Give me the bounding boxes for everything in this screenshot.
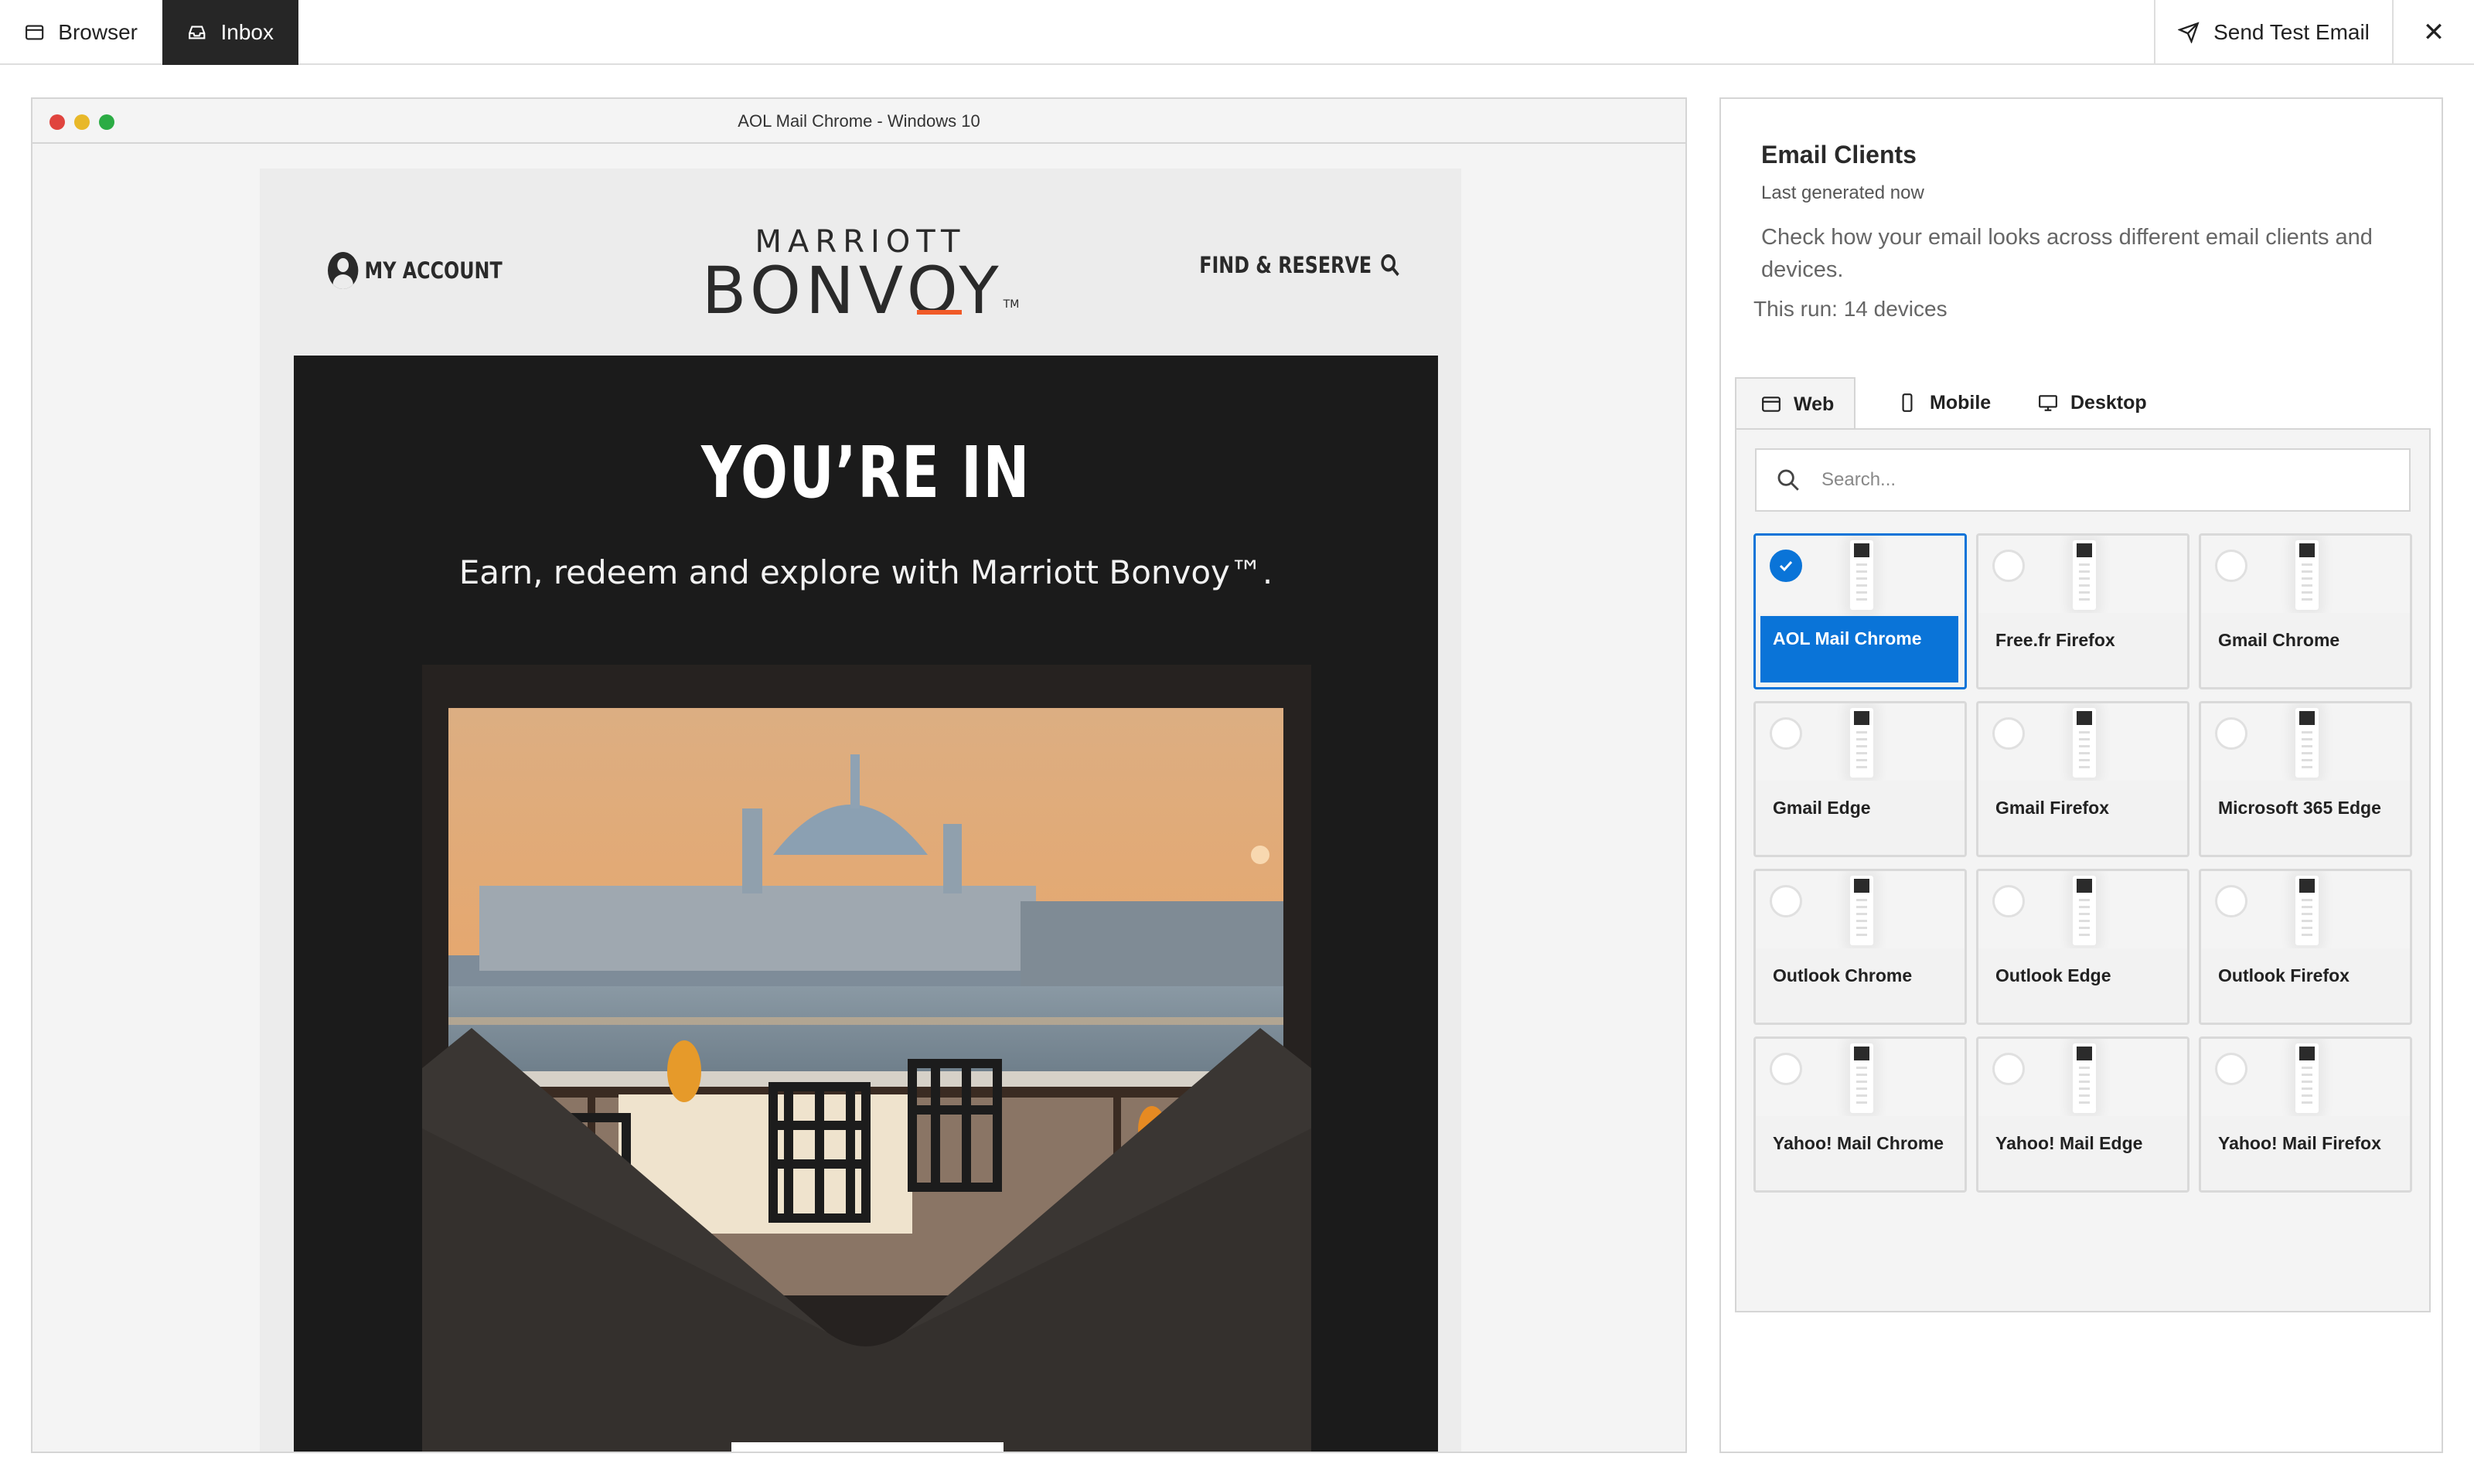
email-clients-panel: Email Clients Last generated now Check h… <box>1719 97 2443 1453</box>
client-name: Outlook Firefox <box>2201 948 2410 1023</box>
top-bar: Browser Inbox Send Test Email ✕ <box>0 0 2474 65</box>
monitor-icon <box>2039 395 2057 411</box>
select-checkbox[interactable] <box>1992 885 2025 917</box>
browser-window-icon <box>1762 397 1781 412</box>
client-name: Outlook Edge <box>1978 948 2187 1023</box>
brand-trademark: TM <box>1003 298 1020 311</box>
client-card[interactable]: Yahoo! Mail Firefox <box>2199 1036 2412 1193</box>
run-device-count: This run: 14 devices <box>1753 297 1948 321</box>
brand-accent-bar <box>917 310 962 315</box>
tab-desktop[interactable]: Desktop <box>2038 377 2147 428</box>
email-content: MY ACCOUNT MARRIOTT BONVOYTM FIND & RESE… <box>260 168 1461 1452</box>
select-checkbox[interactable] <box>2215 550 2247 582</box>
client-name: Yahoo! Mail Firefox <box>2201 1116 2410 1190</box>
client-card[interactable]: Outlook Firefox <box>2199 869 2412 1025</box>
phone-preview <box>1850 1043 1873 1113</box>
select-checkbox[interactable] <box>1770 1053 1802 1085</box>
client-name: Gmail Edge <box>1756 781 1965 855</box>
phone-preview <box>1850 540 1873 610</box>
phone-icon <box>1902 393 1913 412</box>
client-card[interactable]: Yahoo! Mail Edge <box>1976 1036 2189 1193</box>
client-card[interactable]: Yahoo! Mail Chrome <box>1753 1036 1967 1193</box>
find-reserve-label: FIND & RESERVE <box>1199 252 1372 278</box>
send-test-email-button[interactable]: Send Test Email <box>2154 0 2394 65</box>
brand-main-wrap: BONVOYTM <box>702 258 1020 323</box>
tab-browser[interactable]: Browser <box>0 0 162 65</box>
client-grid-container: AOL Mail Chrome Free.fr Firefox Gmail Ch… <box>1735 428 2431 1312</box>
phone-preview <box>2295 540 2319 610</box>
select-checkbox[interactable] <box>2215 717 2247 750</box>
phone-preview <box>2073 708 2096 778</box>
select-checkbox[interactable] <box>1992 550 2025 582</box>
phone-preview <box>2073 876 2096 945</box>
checkmark-icon <box>1779 560 1793 572</box>
select-checkbox[interactable] <box>1992 1053 2025 1085</box>
tab-web[interactable]: Web <box>1735 377 1855 430</box>
client-name: Yahoo! Mail Edge <box>1978 1116 2187 1190</box>
tab-inbox[interactable]: Inbox <box>162 0 298 65</box>
hero-section: YOU’RE IN Earn, redeem and explore with … <box>294 356 1438 1452</box>
search-input[interactable] <box>1821 469 2363 491</box>
cta-button-edge[interactable] <box>731 1442 1004 1452</box>
find-reserve-link[interactable]: FIND & RESERVE <box>1199 252 1401 278</box>
phone-preview <box>2295 876 2319 945</box>
phone-preview <box>2295 708 2319 778</box>
tab-browser-label: Browser <box>58 20 138 44</box>
inbox-tray-icon <box>189 26 206 39</box>
hero-title: YOU’RE IN <box>700 431 1031 514</box>
browser-window-icon <box>26 25 44 40</box>
window-title-bar: AOL Mail Chrome - Windows 10 <box>32 99 1685 144</box>
send-test-email-label: Send Test Email <box>2213 20 2370 44</box>
select-checkbox[interactable] <box>2215 885 2247 917</box>
tab-mobile[interactable]: Mobile <box>1897 377 1991 428</box>
phone-preview <box>2073 1043 2096 1113</box>
client-name: AOL Mail Chrome <box>1760 616 1958 682</box>
search-box <box>1755 448 2411 512</box>
panel-description: Check how your email looks across differ… <box>1761 225 2373 282</box>
client-name: Gmail Chrome <box>2201 613 2410 687</box>
select-checkbox[interactable] <box>1770 550 1802 582</box>
venice-terrace-photo <box>448 708 1283 1295</box>
select-checkbox[interactable] <box>1992 717 2025 750</box>
hero-subtitle: Earn, redeem and explore with Marriott B… <box>458 553 1273 591</box>
device-tabs: Web Mobile Desktop <box>1735 377 2429 430</box>
search-icon <box>1381 254 1399 277</box>
window-title: AOL Mail Chrome - Windows 10 <box>738 111 980 131</box>
phone-preview <box>2073 540 2096 610</box>
search-icon <box>1777 469 1799 491</box>
brand-main-text: BONVOY <box>701 253 1004 328</box>
client-name: Yahoo! Mail Chrome <box>1756 1116 1965 1190</box>
client-card[interactable]: Outlook Edge <box>1976 869 2189 1025</box>
client-name: Outlook Chrome <box>1756 948 1965 1023</box>
phone-preview <box>2295 1043 2319 1113</box>
select-checkbox[interactable] <box>2215 1053 2247 1085</box>
tab-desktop-label: Desktop <box>2070 391 2147 414</box>
client-card[interactable]: Microsoft 365 Edge <box>2199 701 2412 857</box>
phone-preview <box>1850 708 1873 778</box>
tab-inbox-label: Inbox <box>220 20 274 44</box>
client-card[interactable]: Free.fr Firefox <box>1976 533 2189 689</box>
last-generated-text: Last generated now <box>1761 182 1924 203</box>
email-preview-window: AOL Mail Chrome - Windows 10 MY ACCOUNT … <box>31 97 1687 1453</box>
client-card[interactable]: AOL Mail Chrome <box>1753 533 1967 689</box>
client-name: Gmail Firefox <box>1978 781 2187 855</box>
client-card[interactable]: Gmail Edge <box>1753 701 1967 857</box>
client-card[interactable]: Gmail Chrome <box>2199 533 2412 689</box>
email-header: MY ACCOUNT MARRIOTT BONVOYTM FIND & RESE… <box>260 168 1461 354</box>
client-cards: AOL Mail Chrome Free.fr Firefox Gmail Ch… <box>1753 533 2412 1193</box>
close-icon: ✕ <box>2422 18 2445 47</box>
panel-title: Email Clients <box>1761 141 1917 168</box>
paper-plane-icon <box>2178 22 2200 43</box>
client-card[interactable]: Outlook Chrome <box>1753 869 1967 1025</box>
select-checkbox[interactable] <box>1770 885 1802 917</box>
client-card[interactable]: Gmail Firefox <box>1976 701 2189 857</box>
client-name: Free.fr Firefox <box>1978 613 2187 687</box>
close-button[interactable]: ✕ <box>2394 0 2474 65</box>
client-name: Microsoft 365 Edge <box>2201 781 2410 855</box>
tab-mobile-label: Mobile <box>1930 391 1992 414</box>
phone-preview <box>1850 876 1873 945</box>
select-checkbox[interactable] <box>1770 717 1802 750</box>
tab-web-label: Web <box>1794 393 1835 415</box>
